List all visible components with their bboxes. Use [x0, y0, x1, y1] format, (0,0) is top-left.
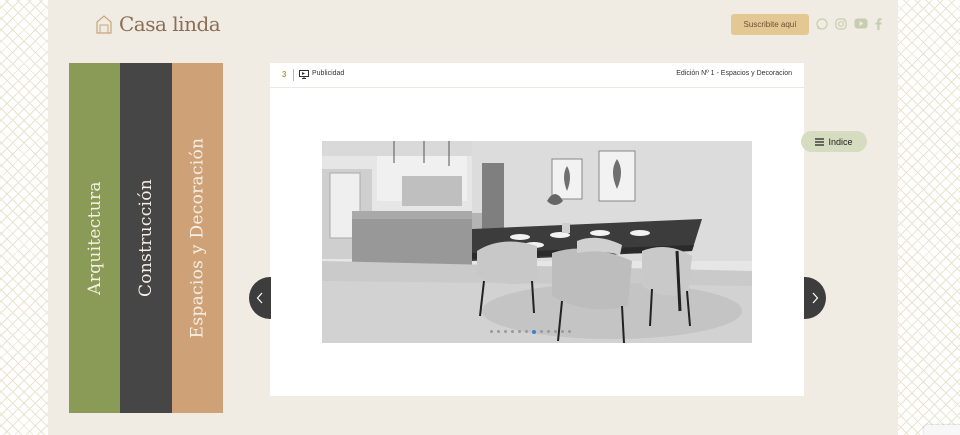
slide-dot[interactable]	[540, 330, 543, 333]
tab-espacios-y-decoracion[interactable]: Espacios y Decoración	[171, 63, 223, 413]
tab-label: Construcción	[136, 178, 156, 298]
index-label: Indice	[828, 136, 853, 147]
tab-arquitectura[interactable]: Arquitectura	[69, 63, 121, 413]
slide-dot[interactable]	[532, 329, 536, 334]
slide-dot[interactable]	[547, 330, 550, 333]
chevron-right-icon	[812, 292, 819, 304]
page-type-label: Publicidad	[312, 70, 345, 77]
logo[interactable]: Casa linda	[95, 12, 221, 36]
chevron-left-icon	[256, 292, 263, 304]
slide-dot[interactable]	[511, 330, 514, 333]
house-icon	[96, 15, 112, 34]
slide-dot[interactable]	[518, 330, 521, 333]
slide-dot[interactable]	[554, 330, 557, 333]
advertising-icon	[299, 70, 309, 81]
slide-indicators	[490, 329, 571, 334]
corner-widget[interactable]	[924, 425, 960, 435]
right-pattern-border	[898, 0, 960, 435]
facebook-icon[interactable]	[875, 18, 882, 30]
divider	[293, 69, 294, 81]
slide-dot[interactable]	[490, 330, 493, 333]
list-icon	[815, 137, 825, 146]
instagram-icon[interactable]	[835, 18, 847, 30]
page-header: 3 Publicidad Edición Nº 1 - Espacios y D…	[270, 63, 804, 88]
page-number: 3	[282, 70, 287, 79]
section-tabs: Arquitectura Construcción Espacios y Dec…	[69, 63, 223, 413]
tab-label: Espacios y Decoración	[187, 137, 208, 339]
logo-text: Casa linda	[119, 12, 221, 36]
left-pattern-border	[0, 0, 48, 435]
slide-dot[interactable]	[561, 330, 564, 333]
whatsapp-icon[interactable]	[816, 18, 828, 30]
subscribe-button[interactable]: Suscribite aquí	[731, 14, 809, 35]
slide-dot[interactable]	[525, 330, 528, 333]
edition-label: Edición Nº 1 - Espacios y Decoracion	[676, 70, 792, 77]
youtube-icon[interactable]	[854, 18, 868, 29]
tab-label: Arquitectura	[84, 181, 105, 295]
tab-construccion[interactable]: Construcción	[120, 63, 172, 413]
slide-dot[interactable]	[497, 330, 500, 333]
dining-room-photo	[322, 141, 752, 343]
slide-dot[interactable]	[504, 330, 507, 333]
slide-dot[interactable]	[568, 330, 571, 333]
index-button[interactable]: Indice	[801, 131, 867, 152]
